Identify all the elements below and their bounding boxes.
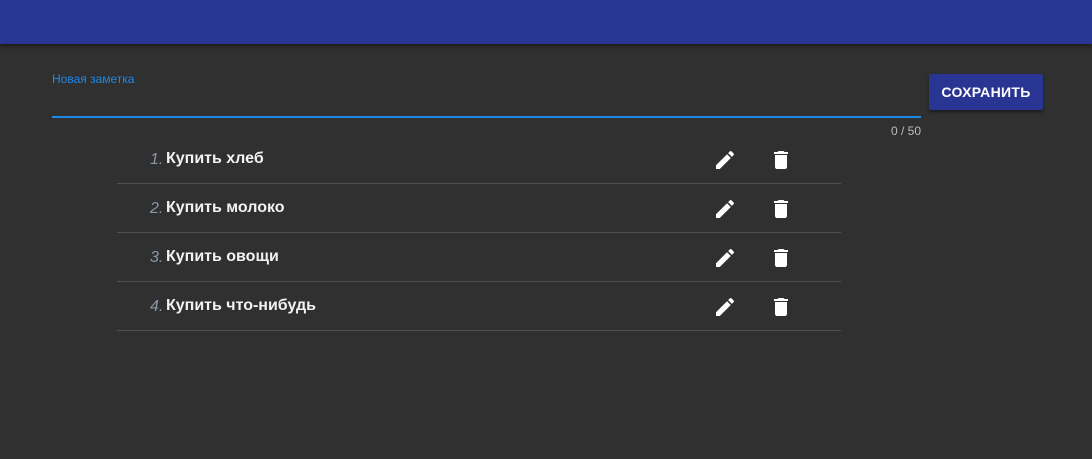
pencil-icon bbox=[716, 248, 735, 267]
edit-button[interactable] bbox=[712, 147, 738, 173]
pencil-icon bbox=[716, 199, 735, 218]
item-text: Купить что-нибудь bbox=[166, 297, 316, 314]
item-text: Купить хлеб bbox=[166, 150, 264, 167]
notes-list: 1. Купить хлеб 2. Купить молоко 3. Купит… bbox=[117, 135, 841, 331]
edit-button[interactable] bbox=[712, 245, 738, 271]
item-text: Купить овощи bbox=[166, 248, 279, 265]
new-note-field[interactable]: Новая заметка bbox=[52, 70, 921, 118]
delete-button[interactable] bbox=[768, 294, 794, 320]
delete-button[interactable] bbox=[768, 196, 794, 222]
pencil-icon bbox=[716, 150, 735, 169]
item-index: 2. bbox=[150, 200, 164, 217]
new-note-label: Новая заметка bbox=[52, 72, 135, 86]
list-item: 4. Купить что-нибудь bbox=[117, 282, 841, 331]
trash-icon bbox=[774, 298, 788, 316]
input-underline bbox=[52, 116, 921, 118]
delete-button[interactable] bbox=[768, 147, 794, 173]
list-item: 1. Купить хлеб bbox=[117, 135, 841, 184]
pencil-icon bbox=[716, 297, 735, 316]
delete-button[interactable] bbox=[768, 245, 794, 271]
item-index: 1. bbox=[150, 151, 164, 168]
item-index: 4. bbox=[150, 298, 164, 315]
trash-icon bbox=[774, 249, 788, 267]
item-index: 3. bbox=[150, 249, 164, 266]
list-item: 2. Купить молоко bbox=[117, 184, 841, 233]
save-button[interactable]: СОХРАНИТЬ bbox=[929, 74, 1043, 110]
edit-button[interactable] bbox=[712, 196, 738, 222]
trash-icon bbox=[774, 151, 788, 169]
trash-icon bbox=[774, 200, 788, 218]
app-bar bbox=[0, 0, 1092, 44]
new-note-input[interactable] bbox=[52, 90, 921, 116]
edit-button[interactable] bbox=[712, 294, 738, 320]
list-item: 3. Купить овощи bbox=[117, 233, 841, 282]
item-text: Купить молоко bbox=[166, 199, 285, 216]
